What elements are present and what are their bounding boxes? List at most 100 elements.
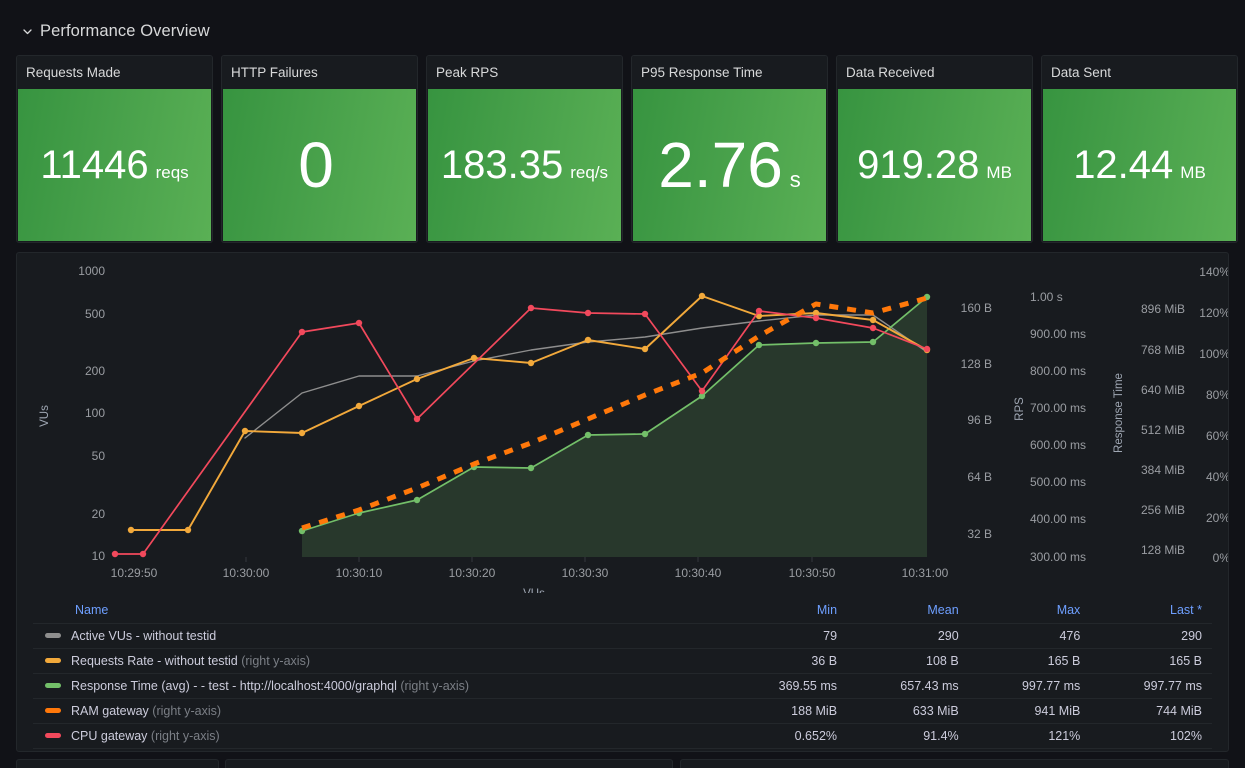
y-axis-tick-bytes: 96 B: [967, 413, 992, 427]
y-axis-tick-left: 50: [92, 449, 106, 463]
legend-series-name[interactable]: Requests Rate - without testid (right y-…: [33, 648, 726, 674]
legend-value-last: 165 B: [1090, 648, 1212, 674]
y-axis-tick-resptime: 256 MiB: [1141, 503, 1185, 517]
x-axis-tick: 10:30:40: [675, 566, 722, 580]
stat-panel-data-received[interactable]: Data Received 919.28 MB: [836, 55, 1033, 243]
series-label: Active VUs - without testid: [71, 629, 217, 643]
panel-title: Peak RPS: [427, 56, 622, 89]
series-color-swatch[interactable]: [45, 733, 61, 738]
plot-area[interactable]: 1000 500 200 100 50 20 10 VUs 160 B 128 B 96 B 64 B…: [17, 253, 1228, 593]
stat-panel-peak-rps[interactable]: Peak RPS 183.35 req/s: [426, 55, 623, 243]
legend-table-wrapper: Name Min Mean Max Last * Active VUs - wi…: [17, 599, 1228, 749]
timeseries-panel[interactable]: 1000 500 200 100 50 20 10 VUs 160 B 128 B 96 B 64 B…: [16, 252, 1229, 752]
series-axis-note: (right y-axis): [148, 704, 222, 718]
legend-value-min: 79: [725, 623, 848, 649]
stat-panel-requests-made[interactable]: Requests Made 11446 reqs: [16, 55, 213, 243]
series-point-cpu-gateway: [812, 314, 820, 322]
stat-value-area: 183.35 req/s: [428, 89, 621, 241]
panel-title: HTTP Failures: [222, 56, 417, 89]
stat-unit: MB: [986, 163, 1012, 182]
series-point-requests-rate: [584, 336, 592, 344]
legend-value-last: 102%: [1090, 723, 1212, 749]
series-point-response-time: [869, 338, 877, 346]
legend-value-min: 0.652%: [725, 723, 848, 749]
y-axis-tick-left: 100: [85, 406, 105, 420]
stat-unit: MB: [1180, 163, 1206, 182]
y-axis-tick-percent: 60%: [1206, 429, 1228, 443]
series-point-cpu-gateway: [111, 550, 119, 558]
stat-value: 0: [298, 133, 341, 197]
y-axis-tick-rps: 400.00 ms: [1030, 512, 1086, 526]
series-point-requests-rate: [869, 316, 877, 324]
y-axis-tick-percent: 0%: [1213, 551, 1228, 565]
y-axis-tick-resptime: 384 MiB: [1141, 463, 1185, 477]
panel-top-edge[interactable]: [16, 759, 219, 768]
legend-row[interactable]: Active VUs - without testid 79 290 476 290: [33, 623, 1212, 649]
legend-value-max: 941 MiB: [968, 698, 1091, 724]
series-point-requests-rate: [413, 375, 421, 383]
stat-value: 12.44 MB: [1073, 145, 1206, 185]
series-point-response-time: [413, 496, 421, 504]
legend-value-mean: 290: [847, 623, 969, 649]
series-point-cpu-gateway: [298, 328, 306, 336]
legend-value-min: 369.55 ms: [725, 673, 848, 699]
legend-row[interactable]: RAM gateway (right y-axis) 188 MiB 633 MiB…: [33, 698, 1212, 724]
series-point-requests-rate: [527, 359, 535, 367]
legend-value-max: 476: [968, 623, 1091, 649]
panel-title: Requests Made: [17, 56, 212, 89]
legend-row[interactable]: Response Time (avg) - - test - http://lo…: [33, 673, 1212, 699]
legend-col-mean[interactable]: Mean: [847, 599, 969, 624]
series-point-response-time: [641, 430, 649, 438]
series-color-swatch[interactable]: [45, 708, 61, 713]
x-axis-tick: 10:29:50: [111, 566, 158, 580]
chevron-down-icon[interactable]: [22, 26, 33, 37]
series-axis-note: (right y-axis): [147, 729, 220, 743]
row-header-performance-overview[interactable]: Performance Overview: [22, 18, 210, 44]
y-axis-title-response-time: Response Time: [1113, 373, 1125, 453]
legend-body: Active VUs - without testid 79 290 476 290 Re…: [33, 623, 1212, 749]
stat-panel-data-sent[interactable]: Data Sent 12.44 MB: [1041, 55, 1238, 243]
legend-col-min[interactable]: Min: [725, 599, 847, 624]
stat-panel-http-failures[interactable]: HTTP Failures 0: [221, 55, 418, 243]
legend-series-name[interactable]: CPU gateway (right y-axis): [33, 723, 726, 749]
stat-value-area: 0: [223, 89, 416, 241]
stat-value-area: 12.44 MB: [1043, 89, 1236, 241]
series-point-cpu-gateway: [641, 310, 649, 318]
series-point-requests-rate: [641, 345, 649, 353]
legend-value-max: 121%: [968, 723, 1091, 749]
stat-number: 12.44: [1073, 143, 1174, 187]
stat-number: 11446: [40, 143, 149, 187]
stat-value: 2.76 s: [658, 133, 801, 197]
series-color-swatch[interactable]: [45, 633, 61, 638]
series-color-swatch[interactable]: [45, 683, 61, 688]
y-axis-tick-left: 1000: [78, 264, 105, 278]
legend-series-name[interactable]: Active VUs - without testid: [33, 623, 726, 649]
y-axis-tick-left: 10: [92, 549, 106, 563]
legend-value-last: 997.77 ms: [1090, 673, 1212, 699]
panel-top-edge[interactable]: [680, 759, 1229, 768]
series-point-requests-rate: [241, 427, 249, 435]
legend-col-last[interactable]: Last *: [1090, 599, 1212, 624]
series-point-requests-rate: [127, 526, 135, 534]
legend-value-mean: 633 MiB: [847, 698, 969, 724]
series-point-cpu-gateway: [923, 345, 931, 353]
y-axis-tick-bytes: 160 B: [961, 301, 992, 315]
legend-series-name[interactable]: RAM gateway (right y-axis): [33, 698, 726, 724]
stat-value-area: 2.76 s: [633, 89, 826, 241]
panel-top-edge[interactable]: [225, 759, 673, 768]
series-point-response-time: [584, 431, 592, 439]
series-point-cpu-gateway: [869, 324, 877, 332]
y-axis-tick-bytes: 64 B: [967, 470, 992, 484]
legend-value-max: 165 B: [968, 648, 1091, 674]
x-axis-title-vus: VUs: [523, 588, 545, 593]
series-color-swatch[interactable]: [45, 658, 61, 663]
panel-title: Data Sent: [1042, 56, 1237, 89]
series-point-cpu-gateway: [755, 307, 763, 315]
legend-series-name[interactable]: Response Time (avg) - - test - http://lo…: [33, 673, 726, 699]
legend-col-name[interactable]: Name: [33, 599, 725, 624]
legend-row[interactable]: CPU gateway (right y-axis) 0.652% 91.4% 121…: [33, 723, 1212, 749]
legend-row[interactable]: Requests Rate - without testid (right y-…: [33, 648, 1212, 674]
stat-panel-p95-response-time[interactable]: P95 Response Time 2.76 s: [631, 55, 828, 243]
series-point-cpu-gateway: [139, 550, 147, 558]
legend-col-max[interactable]: Max: [969, 599, 1091, 624]
